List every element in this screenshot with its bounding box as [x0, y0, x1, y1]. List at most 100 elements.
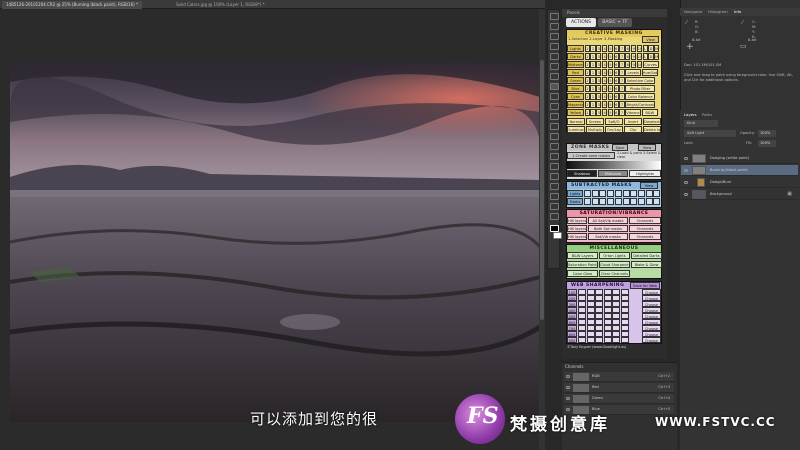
visibility-eye-icon[interactable]: [684, 193, 688, 196]
creative-masking-cell[interactable]: 3: [596, 45, 602, 52]
tab-histogram[interactable]: Histogram: [708, 9, 728, 14]
subtracted-mask-cell[interactable]: [591, 190, 599, 197]
zoom-tool-icon[interactable]: [550, 213, 559, 220]
creative-masking-cell[interactable]: 4: [602, 93, 608, 100]
pen-tool-icon[interactable]: [550, 153, 559, 160]
creative-masking-cell[interactable]: 4: [602, 101, 608, 108]
3d-tool-icon[interactable]: [550, 193, 559, 200]
zone-midtones-label[interactable]: Midtones: [598, 170, 628, 177]
web-sharpen-cell[interactable]: [621, 337, 629, 343]
creative-masking-cell[interactable]: 6: [613, 45, 619, 52]
creative-masking-cell[interactable]: 6: [613, 61, 619, 68]
misc-button[interactable]: B&W Layers: [567, 252, 598, 259]
tab-navigator[interactable]: Navigator: [684, 9, 703, 14]
creative-masking-cell[interactable]: Yellow: [567, 109, 584, 116]
subtracted-mask-cell[interactable]: [614, 198, 622, 205]
subtracted-mask-cell[interactable]: [637, 190, 645, 197]
zone-shadows-label[interactable]: Shadows: [567, 170, 597, 177]
quick-select-tool-icon[interactable]: [550, 43, 559, 50]
creative-masking-cell[interactable]: Selective Color: [625, 77, 656, 84]
creative-masking-cell[interactable]: Magenta: [567, 101, 584, 108]
creative-masking-view-button[interactable]: View: [642, 36, 659, 43]
creative-masking-cell[interactable]: 1: [584, 101, 590, 108]
creative-masking-cell[interactable]: 4: [602, 53, 608, 60]
subtracted-mask-cell[interactable]: [645, 190, 653, 197]
visibility-eye-icon[interactable]: [684, 157, 688, 160]
creative-masking-cell[interactable]: 1: [584, 61, 590, 68]
hs-layers-button[interactable]: HIS layers: [567, 233, 587, 240]
visibility-eye-icon[interactable]: [566, 375, 570, 378]
creative-masking-cell[interactable]: 7: [619, 45, 625, 52]
subtracted-masks-view-button[interactable]: View: [640, 182, 658, 189]
crop-tool-icon[interactable]: [550, 53, 559, 60]
creative-masking-cell[interactable]: 3: [596, 61, 602, 68]
creative-masking-bottom-button[interactable]: Multiply: [586, 126, 604, 133]
subtracted-mask-cell[interactable]: [599, 190, 607, 197]
misc-button[interactable]: Blake & Glow: [631, 261, 662, 268]
history-brush-tool-icon[interactable]: [550, 103, 559, 110]
creative-masking-cell[interactable]: Levels: [625, 69, 642, 76]
creative-masking-cell[interactable]: 4: [602, 45, 608, 52]
creative-masking-cell[interactable]: 7: [619, 85, 625, 92]
subtracted-mask-cell[interactable]: [645, 198, 653, 205]
foreground-color-swatch[interactable]: [550, 225, 559, 232]
creative-masking-cell[interactable]: Darks: [567, 53, 584, 60]
scrollbar-thumb[interactable]: [540, 60, 544, 320]
subtracted-mask-cell[interactable]: [614, 190, 622, 197]
misc-button[interactable]: Color Glow: [567, 270, 598, 277]
creative-masking-cell[interactable]: 5: [607, 101, 613, 108]
subtracted-mask-cell[interactable]: [591, 198, 599, 205]
subtracted-mask-row-label[interactable]: Lights: [567, 190, 583, 197]
tab-info[interactable]: Info: [734, 9, 741, 14]
creative-masking-cell[interactable]: Cyan: [567, 93, 584, 100]
creative-masking-cell[interactable]: 10: [636, 45, 642, 52]
creative-masking-cell[interactable]: 7: [619, 93, 625, 100]
creative-masking-cell[interactable]: 1: [584, 93, 590, 100]
creative-masking-cell[interactable]: 7: [619, 61, 625, 68]
dodge-tool-icon[interactable]: [550, 143, 559, 150]
creative-masking-cell[interactable]: 6: [613, 69, 619, 76]
creative-masking-cell[interactable]: 3: [596, 101, 602, 108]
creative-masking-cell[interactable]: 5: [607, 85, 613, 92]
channels-button[interactable]: Channels: [629, 225, 661, 232]
subtracted-mask-cell[interactable]: [584, 190, 591, 197]
creative-masking-cell[interactable]: 7: [619, 53, 625, 60]
subtracted-mask-row-label[interactable]: Darks: [567, 198, 583, 205]
zone-highlights-label[interactable]: Highlights: [629, 170, 661, 177]
create-zone-masks-button[interactable]: 1-Create zone masks: [567, 152, 615, 159]
visibility-eye-icon[interactable]: [684, 181, 688, 184]
creative-masking-cell[interactable]: 2: [590, 85, 596, 92]
misc-button[interactable]: Cloud Sharpening: [599, 261, 630, 268]
creative-masking-cell[interactable]: 6: [613, 77, 619, 84]
eyedropper-tool-icon[interactable]: [550, 63, 559, 70]
brush-tool-icon[interactable]: [550, 83, 559, 90]
eraser-tool-icon[interactable]: [550, 113, 559, 120]
background-color-swatch[interactable]: [553, 232, 562, 239]
web-sharpen-cell[interactable]: [586, 337, 595, 343]
creative-masking-cell[interactable]: B&W: [641, 109, 658, 116]
zone-gradient[interactable]: [567, 161, 661, 169]
save-for-web-button[interactable]: Save for Web: [630, 282, 660, 289]
creative-masking-bottom-button[interactable]: Ovr/Lay: [605, 126, 623, 133]
blend-mode-select[interactable]: Soft Light: [684, 130, 736, 137]
move-tool-icon[interactable]: [550, 13, 559, 20]
blur-tool-icon[interactable]: [550, 133, 559, 140]
channel-row-rgb[interactable]: RGB Ctrl+2: [564, 372, 674, 382]
creative-masking-cell[interactable]: Lights: [567, 45, 584, 52]
subtracted-mask-cell[interactable]: [630, 198, 638, 205]
creative-masking-cell[interactable]: M: [654, 53, 660, 60]
creative-masking-cell[interactable]: 6: [613, 109, 619, 116]
marquee-tool-icon[interactable]: [550, 23, 559, 30]
layer-row-dodge-burn-group[interactable]: Dodge/Burn: [681, 177, 798, 188]
creative-masking-cell[interactable]: 7: [619, 69, 625, 76]
landscape-photo[interactable]: [10, 62, 540, 422]
sat-vib-action-button[interactable]: Sat/Vib masks: [588, 233, 628, 240]
creative-masking-cell[interactable]: 3: [596, 93, 602, 100]
zone-masks-view-button[interactable]: View: [638, 144, 656, 151]
sat-vib-action-button[interactable]: Both Sat masks: [588, 225, 628, 232]
creative-masking-cell[interactable]: Blue: [567, 85, 584, 92]
hs-layers-button[interactable]: HIS layers: [567, 225, 587, 232]
fill-input[interactable]: 100%: [758, 140, 776, 147]
creative-masking-cell[interactable]: 1: [584, 77, 590, 84]
creative-masking-bottom-button[interactable]: Delete layer: [643, 126, 661, 133]
